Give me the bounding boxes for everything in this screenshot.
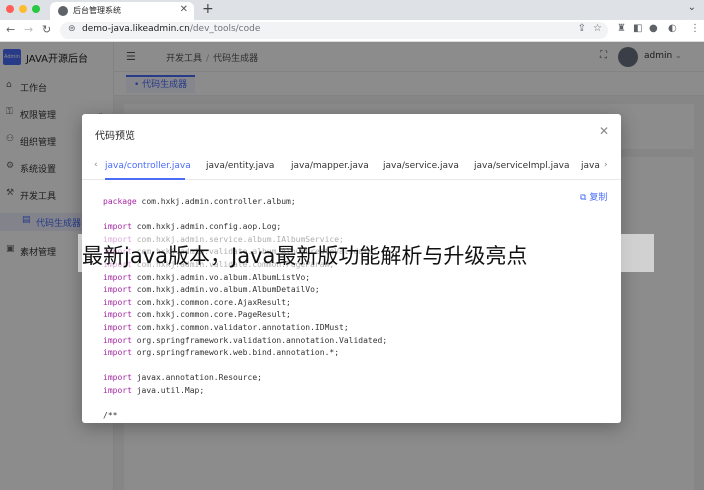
caption-text: 最新java版本，Java最新版功能解析与升级亮点 [82,244,528,268]
tab-entity[interactable]: java/entity.java [206,161,274,171]
code-line: import java.util.Map; [103,385,205,395]
tab-service-impl[interactable]: java/serviceImpl.java [474,161,569,171]
code-line: import org.springframework.validation.an… [103,335,388,345]
code-line: package com.hxkj.admin.controller.album; [103,197,296,206]
code-line: import com.hxkj.admin.vo.album.AlbumDeta… [103,285,320,295]
reload-icon[interactable]: ↻ [42,23,51,36]
tabs-scroll-left-icon[interactable]: ‹ [94,160,98,170]
window-zoom-button[interactable] [32,5,40,13]
address-bar[interactable]: ⊜ demo-java.likeadmin.cn/dev_tools/code … [60,22,608,39]
tabs-scroll-right-icon[interactable]: › [604,160,608,170]
site-info-icon[interactable]: ⊜ [68,24,76,34]
tab-close-icon[interactable]: ✕ [180,4,188,15]
url-text: demo-java.likeadmin.cn/dev_tools/code [82,24,261,34]
update-icon[interactable]: ◐ [668,23,677,34]
code-line: import com.hxkj.admin.config.aop.Log; [103,222,282,232]
active-tab-indicator [105,178,185,180]
code-line: /** [103,411,118,421]
copy-button[interactable]: ⧉ 复制 [580,190,607,203]
code-line: import com.hxkj.common.core.AjaxResult; [103,297,291,307]
code-line: import com.hxkj.common.core.PageResult; [103,310,291,320]
forward-icon[interactable]: → [24,23,33,36]
code-line: import com.hxkj.admin.vo.album.AlbumList… [103,272,311,282]
tab-controller[interactable]: java/controller.java [105,161,191,171]
tab-title: 后台管理系统 [73,6,121,15]
browser-toolbar: ← → ↻ ⊜ demo-java.likeadmin.cn/dev_tools… [0,20,704,42]
tab-more[interactable]: java [581,161,600,171]
window-close-button[interactable] [6,5,14,13]
browser-tab[interactable]: 后台管理系统 ✕ [50,2,194,20]
code-block: package com.hxkj.admin.controller.album;… [103,196,583,423]
code-line: import com.hxkj.common.validator.annotat… [103,322,349,332]
favicon-icon [58,6,68,16]
extension-icon[interactable]: ♜ [617,23,626,34]
code-line: import javax.annotation.Resource; [103,373,262,383]
new-tab-icon[interactable]: + [202,1,214,17]
tab-mapper[interactable]: java/mapper.java [291,161,369,171]
browser-menu-icon[interactable]: ⋮ [690,23,700,34]
close-icon[interactable]: ✕ [599,124,609,138]
window-minimize-button[interactable] [19,5,27,13]
bookmark-star-icon[interactable]: ☆ [593,23,602,34]
back-icon[interactable]: ← [6,23,15,36]
profile-icon[interactable]: ● [649,23,658,34]
code-line: import org.springframework.web.bind.anno… [103,348,340,358]
share-icon[interactable]: ⇪ [578,23,586,34]
tab-service[interactable]: java/service.java [383,161,459,171]
dialog-title: 代码预览 [95,131,135,142]
browser-tabbar: 后台管理系统 ✕ + ⌄ [0,0,704,20]
sidepanel-icon[interactable]: ◧ [633,23,642,34]
file-tabs: ‹ java/controller.java java/entity.java … [82,154,621,180]
tab-search-chevron-icon[interactable]: ⌄ [688,2,696,13]
